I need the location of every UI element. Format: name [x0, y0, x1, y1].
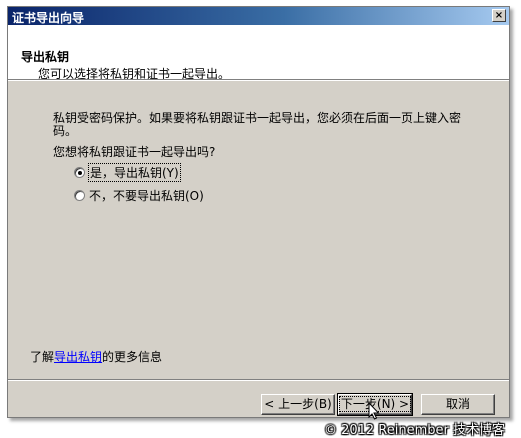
export-private-key-yes-option[interactable]: 是，导出私钥(Y) [74, 162, 181, 182]
cancel-button[interactable]: 取消 [421, 394, 495, 415]
cancel-button-label: 取消 [445, 397, 470, 411]
back-button-label: < 上一步(B) [264, 397, 332, 411]
export-private-key-link[interactable]: 导出私钥 [54, 350, 102, 364]
description-line-2: 码。 [53, 124, 78, 138]
watermark: © 2012 Reinember 技术博客 [323, 423, 505, 438]
description-line-1: 私钥受密码保护。如果要将私钥跟证书一起导出，您必须在后面一页上键入密 [53, 111, 462, 125]
radio-yes[interactable] [74, 166, 85, 178]
header-divider [8, 79, 509, 81]
page-title: 导出私钥 [21, 50, 70, 64]
radio-yes-label[interactable]: 是，导出私钥(Y) [88, 162, 181, 182]
more-info-text: 了解导出私钥的更多信息 [30, 348, 162, 365]
close-button[interactable]: × [492, 9, 506, 22]
certificate-export-wizard: 证书导出向导 × 导出私钥 您可以选择将私钥和证书一起导出。 私钥受密码保护。如… [7, 6, 510, 420]
close-icon: × [494, 10, 504, 21]
wizard-header: 导出私钥 您可以选择将私钥和证书一起导出。 [8, 25, 509, 81]
radio-no[interactable] [74, 189, 85, 201]
back-button[interactable]: < 上一步(B) [261, 394, 335, 415]
more-info-prefix: 了解 [30, 350, 55, 364]
footer-divider [8, 379, 509, 381]
more-info-suffix: 的更多信息 [102, 350, 163, 364]
export-private-key-no-option[interactable]: 不，不要导出私钥(O) [74, 187, 204, 203]
mouse-pointer-icon [368, 402, 380, 420]
export-question: 您想将私钥跟证书一起导出吗? [53, 145, 216, 159]
window-title: 证书导出向导 [12, 11, 85, 25]
radio-no-label[interactable]: 不，不要导出私钥(O) [89, 187, 204, 204]
title-bar[interactable]: 证书导出向导 × [8, 7, 509, 25]
